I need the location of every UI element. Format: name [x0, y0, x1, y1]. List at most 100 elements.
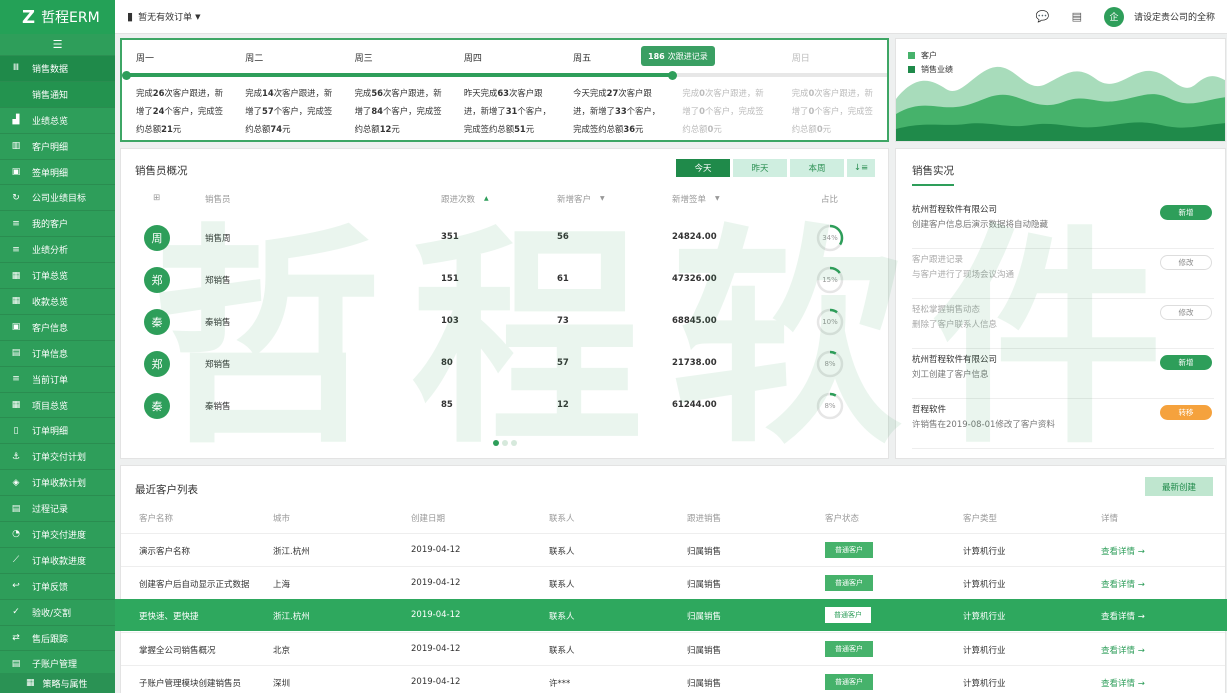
customer-row[interactable]: 子账户管理模块创建销售员 深圳 2019-04-12 许*** 归属销售 普通客户 计算机行…: [121, 665, 1225, 693]
sales-overview-title: 销售员概况: [135, 165, 188, 177]
customer-status: 普通客户: [825, 641, 873, 657]
sales-column-header[interactable]: 新增签单: [672, 193, 706, 205]
share-label: 8%: [824, 360, 836, 368]
sidebar-item[interactable]: 销售通知: [0, 81, 115, 108]
sales-new-cust: 57: [557, 358, 569, 368]
sidebar-item-label: 客户明细: [32, 142, 69, 153]
carousel-dot[interactable]: [511, 440, 517, 446]
sales-row[interactable]: 秦 秦销售 103 73 68845.00 10%: [121, 301, 886, 343]
feed-item-tag[interactable]: 新增: [1160, 205, 1212, 220]
sidebar-item[interactable]: Ⅲ 销售数据: [0, 56, 115, 82]
week-summary-number: 56: [371, 88, 383, 98]
sales-new-cust: 56: [557, 232, 569, 242]
customer-row[interactable]: 掌握全公司销售概况 北京 2019-04-12 联系人 归属销售 普通客户 计算机行业 查看详…: [121, 632, 1225, 665]
carousel-dot[interactable]: [493, 440, 499, 446]
legend-item: 客户: [908, 49, 953, 63]
sidebar-item[interactable]: ▦ 项目总览: [0, 393, 115, 419]
customer-detail-link[interactable]: 查看详情 →: [1101, 545, 1145, 557]
sidebar-item[interactable]: ⟋ 订单收款进度: [0, 548, 115, 574]
customer-date: 2019-04-12: [411, 644, 461, 654]
line-icon: ⟋: [12, 555, 20, 566]
sidebar-item[interactable]: ↻ 公司业绩目标: [0, 185, 115, 212]
customer-detail-link[interactable]: 查看详情 →: [1101, 610, 1145, 622]
sales-row[interactable]: 郑 郑销售 80 57 21738.00 8%: [121, 343, 886, 385]
customer-sales: 归属销售: [687, 679, 722, 689]
sort-up-icon[interactable]: ▲: [484, 195, 489, 202]
week-summary-number: 33: [615, 106, 627, 116]
feed-item[interactable]: 客户跟进记录 与客户进行了现场会议沟通 修改: [912, 249, 1214, 299]
customer-column-header: 客户类型: [963, 514, 998, 524]
collapse-menu-icon[interactable]: ☰: [0, 34, 115, 56]
latest-created-button[interactable]: 最新创建: [1145, 477, 1213, 496]
range-tab[interactable]: 昨天: [733, 159, 787, 177]
feed-item-title: 轻松掌握销售动态: [912, 305, 981, 315]
sidebar-item[interactable]: ≡ 我的客户: [0, 211, 115, 238]
customer-name: 子账户管理模块创建销售员: [139, 679, 242, 689]
customer-row[interactable]: 更快速、更快捷 浙江.杭州 2019-04-12 联系人 归属销售 普通客户 计算机行业 查看…: [115, 599, 1227, 631]
sales-column-header[interactable]: 新增客户: [557, 193, 591, 205]
week-summary: 完成56次客户跟进，新增了84个客户，完成签约总额12元: [341, 84, 450, 138]
sidebar-item-label: 订单信息: [32, 349, 69, 360]
doc-icon: ▯: [13, 425, 19, 436]
sidebar-item[interactable]: ▤ 订单信息: [0, 341, 115, 367]
sales-row[interactable]: 秦 秦销售 85 12 61244.00 8%: [121, 385, 886, 427]
sidebar-item[interactable]: ▣ 客户信息: [0, 315, 115, 341]
range-tab[interactable]: 本周: [790, 159, 844, 177]
sidebar-item[interactable]: ◈ 订单收款计划: [0, 470, 115, 497]
message-icon[interactable]: 💬: [1036, 10, 1050, 23]
sidebar-item[interactable]: ≡ 业绩分析: [0, 237, 115, 264]
sales-row[interactable]: 郑 郑销售 151 61 47326.00 15%: [121, 259, 886, 301]
range-tab[interactable]: 今天: [676, 159, 730, 177]
brand[interactable]: Z 哲程ERM: [0, 0, 115, 34]
sidebar-item[interactable]: ▟ 业绩总览: [0, 108, 115, 134]
sort-down-icon[interactable]: ▼: [715, 195, 720, 202]
sidebar-item[interactable]: ▤ 过程记录: [0, 496, 115, 523]
sales-row[interactable]: 周 销售周 351 56 24824.00 34%: [121, 217, 886, 259]
sidebar-item[interactable]: ⇄ 售后跟踪: [0, 626, 115, 652]
order-hint[interactable]: ▮ 暂无有效订单 ▼: [127, 10, 200, 23]
sync-icon: ⇄: [12, 633, 20, 644]
sidebar-item[interactable]: ✓ 验收/交割: [0, 600, 115, 626]
customer-type: 计算机行业: [963, 679, 1006, 689]
feed-item[interactable]: 轻松掌握销售动态 删除了客户联系人信息 修改: [912, 299, 1214, 349]
salesperson-avatar: 郑: [144, 267, 170, 293]
sidebar-item[interactable]: ⚓ 订单交付计划: [0, 444, 115, 471]
nav-footer[interactable]: ▦ 策略与属性: [0, 673, 115, 693]
sidebar-item[interactable]: ↩ 订单反馈: [0, 574, 115, 600]
feed-item-tag[interactable]: 修改: [1160, 255, 1212, 270]
sidebar-item[interactable]: ▯ 订单明细: [0, 418, 115, 445]
carousel-dot[interactable]: [502, 440, 508, 446]
customer-status: 普通客户: [825, 674, 873, 690]
area-chart-icon: ▟: [12, 115, 20, 126]
sort-down-icon[interactable]: ▼: [600, 195, 605, 202]
company-avatar[interactable]: 企: [1103, 6, 1124, 27]
sort-icon[interactable]: ↓≡: [847, 159, 875, 177]
sidebar-item[interactable]: ▣ 签单明细: [0, 160, 115, 186]
week-summary-number: 24: [152, 106, 165, 116]
sidebar-item[interactable]: ≡ 当前订单: [0, 367, 115, 393]
sales-amount: 24824.00: [672, 232, 717, 242]
feed-item[interactable]: 杭州哲程软件有限公司 创建客户信息后演示数据将自动隐藏 新增: [912, 199, 1214, 249]
document-icon[interactable]: ▤: [1072, 10, 1082, 23]
customer-detail-link[interactable]: 查看详情 →: [1101, 578, 1145, 590]
sidebar-item[interactable]: ▥ 客户明细: [0, 134, 115, 160]
feed-item-tag[interactable]: 修改: [1160, 305, 1212, 320]
company-name-prompt[interactable]: 请设定贵公司的全称: [1134, 10, 1215, 23]
cube-icon: ◈: [12, 477, 20, 488]
customer-column-header: 联系人: [549, 514, 575, 524]
sales-column-header[interactable]: 跟进次数: [441, 193, 475, 205]
feed-item-tag[interactable]: 新增: [1160, 355, 1212, 370]
customer-detail-link[interactable]: 查看详情 →: [1101, 677, 1145, 689]
feed-item-tag[interactable]: 转移: [1160, 405, 1212, 420]
feed-item[interactable]: 杭州哲程软件有限公司 刘工创建了客户信息 新增: [912, 349, 1214, 399]
sidebar-item[interactable]: ◔ 订单交付进度: [0, 522, 115, 548]
feed-item[interactable]: 哲程软件 许销售在2019-08-01修改了客户资料 转移: [912, 399, 1214, 449]
salesperson-name: 郑销售: [205, 276, 231, 286]
customer-row[interactable]: 创建客户后自动显示正式数据 上海 2019-04-12 联系人 归属销售 普通客户 计算机行…: [121, 566, 1225, 599]
salesperson-avatar: 秦: [144, 393, 170, 419]
sidebar-item[interactable]: ▦ 收款总览: [0, 289, 115, 315]
customer-row[interactable]: 演示客户名称 浙江.杭州 2019-04-12 联系人 归属销售 普通客户 计算机行业 查看详…: [121, 533, 1225, 566]
customer-detail-link[interactable]: 查看详情 →: [1101, 644, 1145, 656]
sidebar-item[interactable]: ▦ 订单总览: [0, 263, 115, 290]
chevron-down-icon: ▼: [195, 12, 201, 21]
